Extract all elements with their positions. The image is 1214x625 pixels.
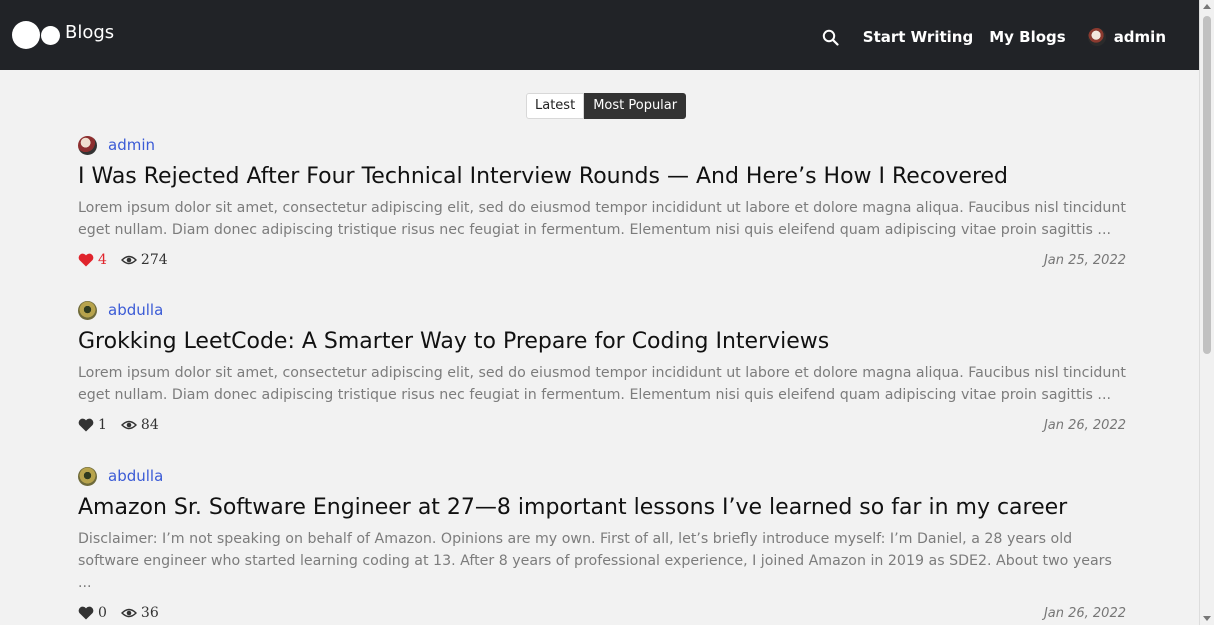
user-menu[interactable]: admin [1087, 28, 1166, 46]
avatar [78, 300, 97, 320]
post-card: abdulla Amazon Sr. Software Engineer at … [78, 465, 1126, 624]
author-name[interactable]: admin [108, 136, 155, 154]
views-stat: 36 [120, 605, 159, 621]
like-button[interactable]: 4 [78, 252, 107, 268]
view-count: 84 [140, 417, 159, 433]
post-stats: 1 84 [78, 417, 173, 433]
my-blogs-link[interactable]: My Blogs [989, 28, 1065, 46]
scroll-down-arrow-icon[interactable] [1203, 616, 1211, 621]
logo-dot-icon [41, 25, 60, 45]
post-title[interactable]: I Was Rejected After Four Technical Inte… [78, 164, 1126, 189]
brand-name: Blogs [65, 21, 115, 43]
post-card: admin I Was Rejected After Four Technica… [78, 134, 1126, 271]
tab-most-popular[interactable]: Most Popular [584, 93, 687, 119]
post-excerpt: Disclaimer: I’m not speaking on behalf o… [78, 531, 1112, 591]
avatar [78, 135, 97, 155]
view-count: 274 [140, 252, 168, 268]
scrollbar[interactable] [1199, 0, 1214, 625]
post-meta: 0 36 Jan 26, 2022 [78, 602, 1126, 624]
post-date: Jan 26, 2022 [1043, 417, 1126, 433]
eye-icon [120, 607, 137, 619]
post-title[interactable]: Grokking LeetCode: A Smarter Way to Prep… [78, 329, 1126, 354]
post-meta: 4 274 Jan 25, 2022 [78, 249, 1126, 271]
eye-icon [120, 419, 137, 431]
post-stats: 4 274 [78, 252, 182, 268]
like-count: 4 [98, 252, 107, 268]
post-card: abdulla Grokking LeetCode: A Smarter Way… [78, 299, 1126, 436]
brand-logo-link[interactable]: Blogs [12, 20, 114, 50]
like-count: 0 [98, 605, 107, 621]
author-name[interactable]: abdulla [108, 467, 163, 485]
post-author[interactable]: abdulla [78, 465, 1126, 487]
views-stat: 274 [120, 252, 168, 268]
views-stat: 84 [120, 417, 159, 433]
like-count: 1 [98, 417, 107, 433]
scrollbar-thumb[interactable] [1203, 16, 1211, 354]
post-excerpt: Lorem ipsum dolor sit amet, consectetur … [78, 200, 1126, 238]
eye-icon [120, 254, 137, 266]
heart-icon [78, 418, 94, 432]
post-excerpt: Lorem ipsum dolor sit amet, consectetur … [78, 365, 1126, 403]
avatar [78, 466, 97, 486]
top-navbar: Blogs Start Writing My Blogs admin [0, 0, 1200, 70]
like-button[interactable]: 1 [78, 417, 107, 433]
post-date: Jan 25, 2022 [1043, 252, 1126, 268]
heart-icon [78, 253, 94, 267]
post-meta: 1 84 Jan 26, 2022 [78, 414, 1126, 436]
post-author[interactable]: abdulla [78, 299, 1126, 321]
search-icon[interactable] [821, 27, 841, 47]
view-count: 36 [140, 605, 159, 621]
like-button[interactable]: 0 [78, 605, 107, 621]
post-stats: 0 36 [78, 605, 173, 621]
post-title[interactable]: Amazon Sr. Software Engineer at 27—8 imp… [78, 495, 1126, 520]
post-author[interactable]: admin [78, 134, 1126, 156]
post-date: Jan 26, 2022 [1043, 605, 1126, 621]
start-writing-link[interactable]: Start Writing [863, 28, 973, 46]
nav-actions: Start Writing My Blogs admin [821, 27, 1166, 47]
scroll-up-arrow-icon[interactable] [1203, 4, 1211, 9]
logo-icon [12, 21, 40, 49]
tab-latest[interactable]: Latest [526, 93, 585, 119]
author-name[interactable]: abdulla [108, 301, 163, 319]
sort-tabs: Latest Most Popular [526, 93, 687, 119]
heart-icon [78, 606, 94, 620]
avatar [1087, 28, 1106, 46]
user-name: admin [1113, 28, 1166, 46]
